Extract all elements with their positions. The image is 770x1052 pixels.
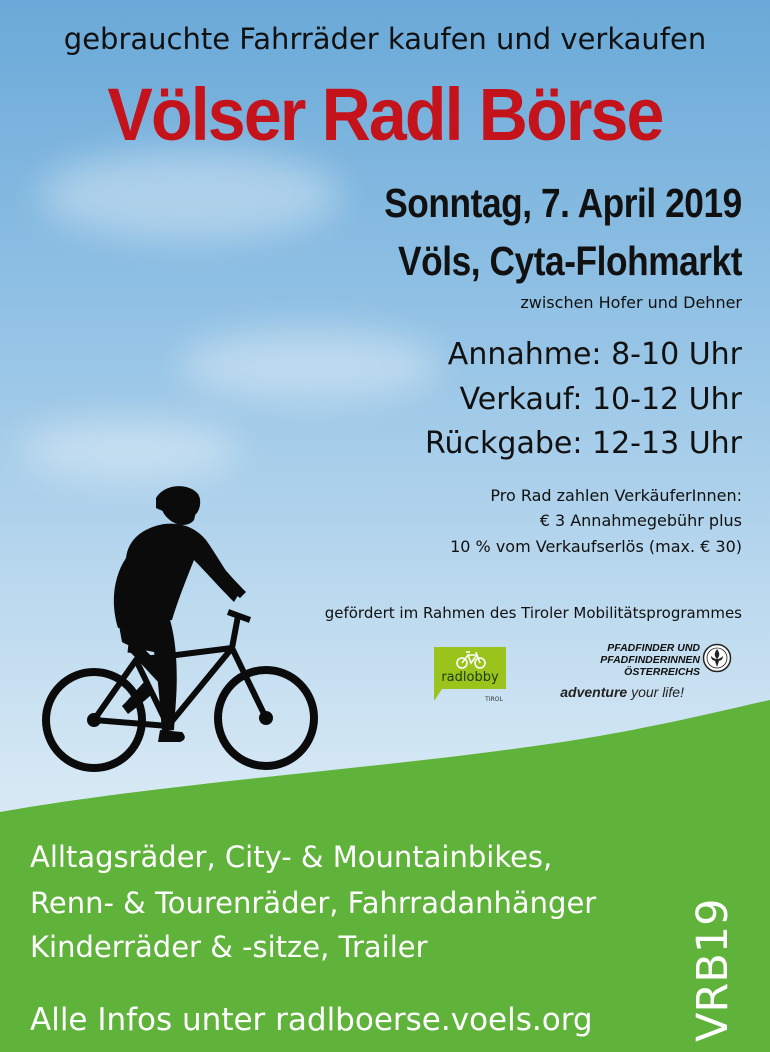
cyclist-silhouette — [42, 486, 318, 772]
info-url: Alle Infos unter radlboerse.voels.org — [30, 1002, 593, 1038]
category-line: Kinderräder & -sitze, Trailer — [30, 930, 428, 964]
category-line: Renn- & Tourenräder, Fahrradanhänger — [30, 886, 597, 920]
event-code: VRB19 — [688, 898, 738, 1042]
category-line: Alltagsräder, City- & Mountainbikes, — [30, 840, 553, 874]
poster: gebrauchte Fahrräder kaufen und verkaufe… — [0, 0, 770, 1052]
